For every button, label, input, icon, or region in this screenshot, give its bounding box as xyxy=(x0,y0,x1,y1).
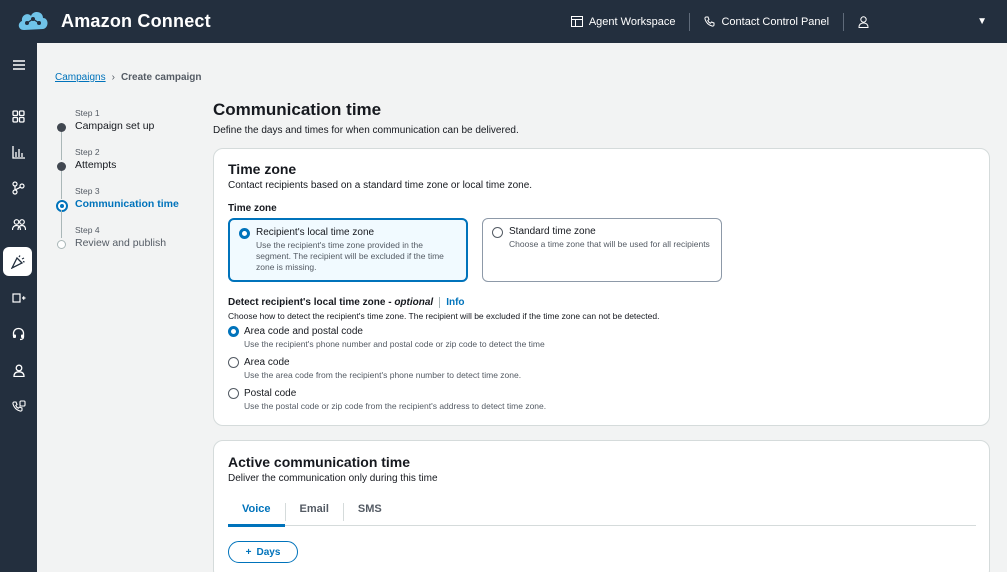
phone-settings-icon[interactable] xyxy=(0,391,37,421)
plus-icon: + xyxy=(245,546,252,558)
top-bar: Amazon Connect Agent Workspace Contact C… xyxy=(0,0,1007,43)
breadcrumb-campaigns-link[interactable]: Campaigns xyxy=(55,72,106,83)
tab-sms[interactable]: SMS xyxy=(344,498,396,525)
radio-button[interactable] xyxy=(492,227,503,238)
caret-down-icon[interactable]: ▼ xyxy=(883,16,1007,27)
amazon-connect-logo-icon[interactable] xyxy=(14,0,51,43)
tab-email[interactable]: Email xyxy=(286,498,343,525)
step-number: Step 3 xyxy=(75,186,100,196)
step-1[interactable]: Step 1 Campaign set up xyxy=(55,108,205,160)
card-description: Contact recipients based on a standard t… xyxy=(228,180,533,191)
outbound-icon[interactable] xyxy=(0,283,37,313)
step-label: Communication time xyxy=(75,198,179,210)
page-title: Communication time xyxy=(213,100,382,119)
detect-description: Choose how to detect the recipient's tim… xyxy=(228,311,660,321)
option-title[interactable]: Postal code xyxy=(244,388,296,399)
card-description: Deliver the communication only during th… xyxy=(228,473,438,484)
postal-code-radio[interactable] xyxy=(228,388,239,399)
radio-button[interactable] xyxy=(239,228,250,239)
campaigns-icon[interactable] xyxy=(3,247,32,276)
breadcrumb-current: Create campaign xyxy=(120,72,202,83)
option-title[interactable]: Area code xyxy=(244,357,290,368)
info-link[interactable]: Info xyxy=(446,297,464,308)
time-zone-label: Time zone xyxy=(228,203,277,214)
step-2[interactable]: Step 2 Attempts xyxy=(55,147,205,199)
local-time-zone-tile[interactable]: Recipient's local time zone Use the reci… xyxy=(228,218,468,282)
divider xyxy=(439,297,441,308)
analytics-icon[interactable] xyxy=(0,137,37,167)
step-4: Step 4 Review and publish xyxy=(55,225,205,264)
agent-workspace-link[interactable]: Agent Workspace xyxy=(557,16,690,28)
menu-icon[interactable] xyxy=(0,50,37,80)
contact-control-panel-label: Contact Control Panel xyxy=(721,15,830,28)
user-menu-button[interactable] xyxy=(844,15,883,28)
phone-icon xyxy=(704,16,715,27)
optional-text: optional xyxy=(394,297,434,309)
agent-workspace-label: Agent Workspace xyxy=(588,15,676,28)
user-icon xyxy=(858,15,869,28)
option-description: Use the recipient's phone number and pos… xyxy=(244,339,545,349)
step-label: Review and publish xyxy=(75,237,167,249)
detect-label-text: Detect recipient's local time zone - xyxy=(228,297,395,309)
area-and-postal-code-radio[interactable] xyxy=(228,326,239,337)
dashboard-icon[interactable] xyxy=(0,101,37,131)
profile-icon[interactable] xyxy=(0,355,37,385)
add-days-button[interactable]: + Days xyxy=(228,541,298,563)
detect-time-zone-label: Detect recipient's local time zone - opt… xyxy=(228,297,465,308)
standard-time-zone-tile[interactable]: Standard time zone Choose a time zone th… xyxy=(482,218,722,282)
step-indicator xyxy=(57,240,66,249)
wizard-steps: Step 1 Campaign set up Step 2 Attempts S… xyxy=(55,108,205,264)
step-number: Step 2 xyxy=(75,147,100,157)
active-communication-time-card: Active communication time Deliver the co… xyxy=(213,440,990,572)
tile-description: Use the recipient's time zone provided i… xyxy=(256,240,444,272)
app-title[interactable]: Amazon Connect xyxy=(61,11,211,32)
step-indicator xyxy=(57,123,66,132)
add-days-label: Days xyxy=(256,546,281,558)
card-title: Time zone xyxy=(228,161,297,177)
tile-title: Recipient's local time zone xyxy=(256,227,375,238)
contact-control-panel-link[interactable]: Contact Control Panel xyxy=(690,16,843,28)
step-number: Step 4 xyxy=(75,225,100,235)
time-zone-card: Time zone Contact recipients based on a … xyxy=(213,148,990,426)
step-indicator xyxy=(57,162,66,171)
option-description: Use the postal code or zip code from the… xyxy=(244,401,547,411)
tile-title: Standard time zone xyxy=(509,226,596,237)
routing-flow-icon[interactable] xyxy=(0,173,37,203)
card-title: Active communication time xyxy=(228,454,411,470)
left-nav-rail xyxy=(0,43,37,572)
breadcrumb: Campaigns › Create campaign xyxy=(55,72,202,83)
headset-icon[interactable] xyxy=(0,319,37,349)
step-3[interactable]: Step 3 Communication time xyxy=(55,186,205,238)
channel-tabs: Voice Email SMS xyxy=(228,498,976,527)
step-label: Campaign set up xyxy=(75,120,155,132)
option-description: Use the area code from the recipient's p… xyxy=(244,370,522,380)
step-label: Attempts xyxy=(75,159,117,171)
option-title[interactable]: Area code and postal code xyxy=(244,326,363,337)
area-code-radio[interactable] xyxy=(228,357,239,368)
users-icon[interactable] xyxy=(0,209,37,239)
chevron-right-icon: › xyxy=(111,72,115,83)
step-number: Step 1 xyxy=(75,108,100,118)
workspace-icon xyxy=(570,16,583,27)
tab-voice[interactable]: Voice xyxy=(228,498,285,527)
page-description: Define the days and times for when commu… xyxy=(213,125,519,136)
tile-description: Choose a time zone that will be used for… xyxy=(509,239,710,249)
